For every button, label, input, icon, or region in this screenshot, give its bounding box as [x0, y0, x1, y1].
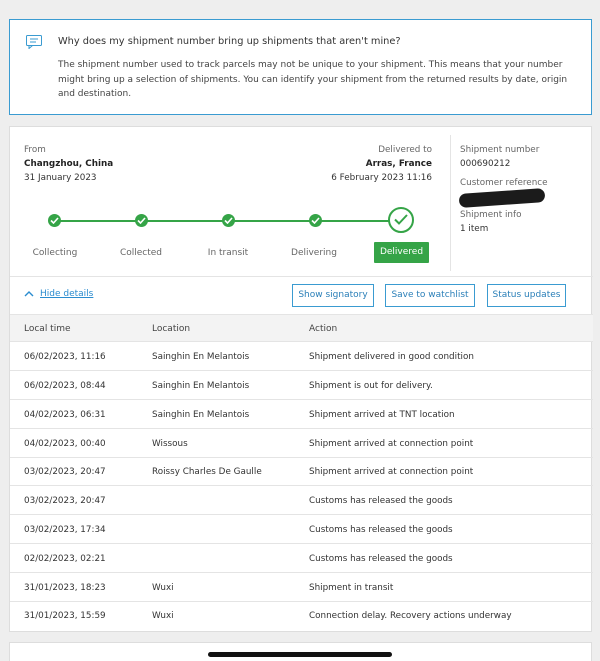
table-header: Local time Location Action — [10, 314, 593, 342]
cell-time: 31/01/2023, 18:23 — [24, 583, 106, 593]
customer-reference-label: Customer reference — [460, 178, 548, 188]
delivered-to-place: Arras, France — [365, 159, 432, 169]
show-signatory-button[interactable]: Show signatory — [292, 284, 374, 307]
table-row: 06/02/2023, 11:16 Sainghin En Melantois … — [10, 342, 593, 371]
chevron-up-icon — [24, 291, 34, 297]
faq-notice: Why does my shipment number bring up shi… — [9, 19, 592, 115]
cell-location: Wissous — [152, 439, 188, 449]
cell-action: Shipment is out for delivery. — [309, 381, 433, 391]
from-place: Changzhou, China — [24, 159, 114, 169]
from-date: 31 January 2023 — [24, 173, 97, 183]
cell-time: 04/02/2023, 00:40 — [24, 439, 106, 449]
header-location: Location — [152, 324, 191, 334]
delivered-date: 6 February 2023 11:16 — [331, 173, 432, 183]
hide-details-label: Hide details — [40, 289, 94, 299]
cell-action: Shipment arrived at connection point — [309, 439, 474, 449]
cell-time: 04/02/2023, 06:31 — [24, 410, 106, 420]
cell-location: Wuxi — [152, 611, 174, 621]
cell-action: Customs has released the goods — [309, 496, 453, 506]
cell-action: Shipment arrived at connection point — [309, 467, 474, 477]
home-indicator[interactable] — [208, 652, 392, 657]
divider — [450, 135, 451, 271]
faq-question: Why does my shipment number bring up shi… — [58, 36, 401, 47]
cell-location: Sainghin En Melantois — [152, 410, 250, 420]
stage-collected: Collected — [119, 248, 163, 258]
cell-location: Wuxi — [152, 583, 174, 593]
chat-icon — [26, 34, 42, 50]
cell-action: Shipment arrived at TNT location — [309, 410, 455, 420]
table-row: 04/02/2023, 06:31 Sainghin En Melantois … — [10, 400, 593, 429]
shipment-info-label: Shipment info — [460, 210, 522, 220]
shipment-number-label: Shipment number — [460, 145, 540, 155]
cell-time: 03/02/2023, 17:34 — [24, 525, 106, 535]
table-row: 31/01/2023, 15:59 Wuxi Connection delay.… — [10, 601, 593, 630]
faq-answer: The shipment number used to track parcel… — [58, 60, 568, 99]
header-action: Action — [309, 324, 338, 334]
table-row: 31/01/2023, 18:23 Wuxi Shipment in trans… — [10, 573, 593, 602]
cell-time: 31/01/2023, 15:59 — [24, 611, 106, 621]
cell-action: Customs has released the goods — [309, 554, 453, 564]
stage-delivered: Delivered — [374, 242, 429, 263]
cell-location: Sainghin En Melantois — [152, 381, 250, 391]
delivered-check-icon — [388, 207, 414, 233]
save-to-watchlist-button[interactable]: Save to watchlist — [385, 284, 475, 307]
cell-action: Customs has released the goods — [309, 525, 453, 535]
check-icon — [135, 214, 148, 227]
cell-location: Roissy Charles De Gaulle — [152, 467, 262, 477]
table-row: 04/02/2023, 00:40 Wissous Shipment arriv… — [10, 429, 593, 458]
stage-delivering: Delivering — [291, 248, 337, 258]
shipment-info: 1 item — [460, 224, 489, 234]
cell-time: 06/02/2023, 08:44 — [24, 381, 106, 391]
cell-action: Shipment in transit — [309, 583, 394, 593]
redacted-reference — [458, 188, 546, 208]
table-row: 03/02/2023, 20:47 Customs has released t… — [10, 486, 593, 515]
cell-time: 02/02/2023, 02:21 — [24, 554, 106, 564]
shipment-number: 000690212 — [460, 159, 511, 169]
cell-time: 03/02/2023, 20:47 — [24, 467, 106, 477]
stage-collecting: Collecting — [32, 248, 78, 258]
shipment-card: From Changzhou, China 31 January 2023 De… — [9, 126, 593, 632]
from-label: From — [24, 145, 46, 155]
table-row: 03/02/2023, 17:34 Customs has released t… — [10, 515, 593, 544]
check-icon — [48, 214, 61, 227]
cell-time: 03/02/2023, 20:47 — [24, 496, 106, 506]
table-row: 06/02/2023, 08:44 Sainghin En Melantois … — [10, 371, 593, 400]
stage-in-transit: In transit — [207, 248, 249, 258]
table-row: 02/02/2023, 02:21 Customs has released t… — [10, 544, 593, 573]
check-icon — [222, 214, 235, 227]
delivered-to-label: Delivered to — [378, 145, 432, 155]
cell-action: Shipment delivered in good condition — [309, 352, 474, 362]
table-row: 03/02/2023, 20:47 Roissy Charles De Gaul… — [10, 457, 593, 486]
cell-time: 06/02/2023, 11:16 — [24, 352, 106, 362]
check-icon — [309, 214, 322, 227]
status-updates-button[interactable]: Status updates — [487, 284, 566, 307]
cell-location: Sainghin En Melantois — [152, 352, 250, 362]
section-divider — [10, 276, 593, 277]
header-local-time: Local time — [24, 324, 71, 334]
cell-action: Connection delay. Recovery actions under… — [309, 611, 512, 621]
hide-details-link[interactable]: Hide details — [24, 289, 93, 299]
